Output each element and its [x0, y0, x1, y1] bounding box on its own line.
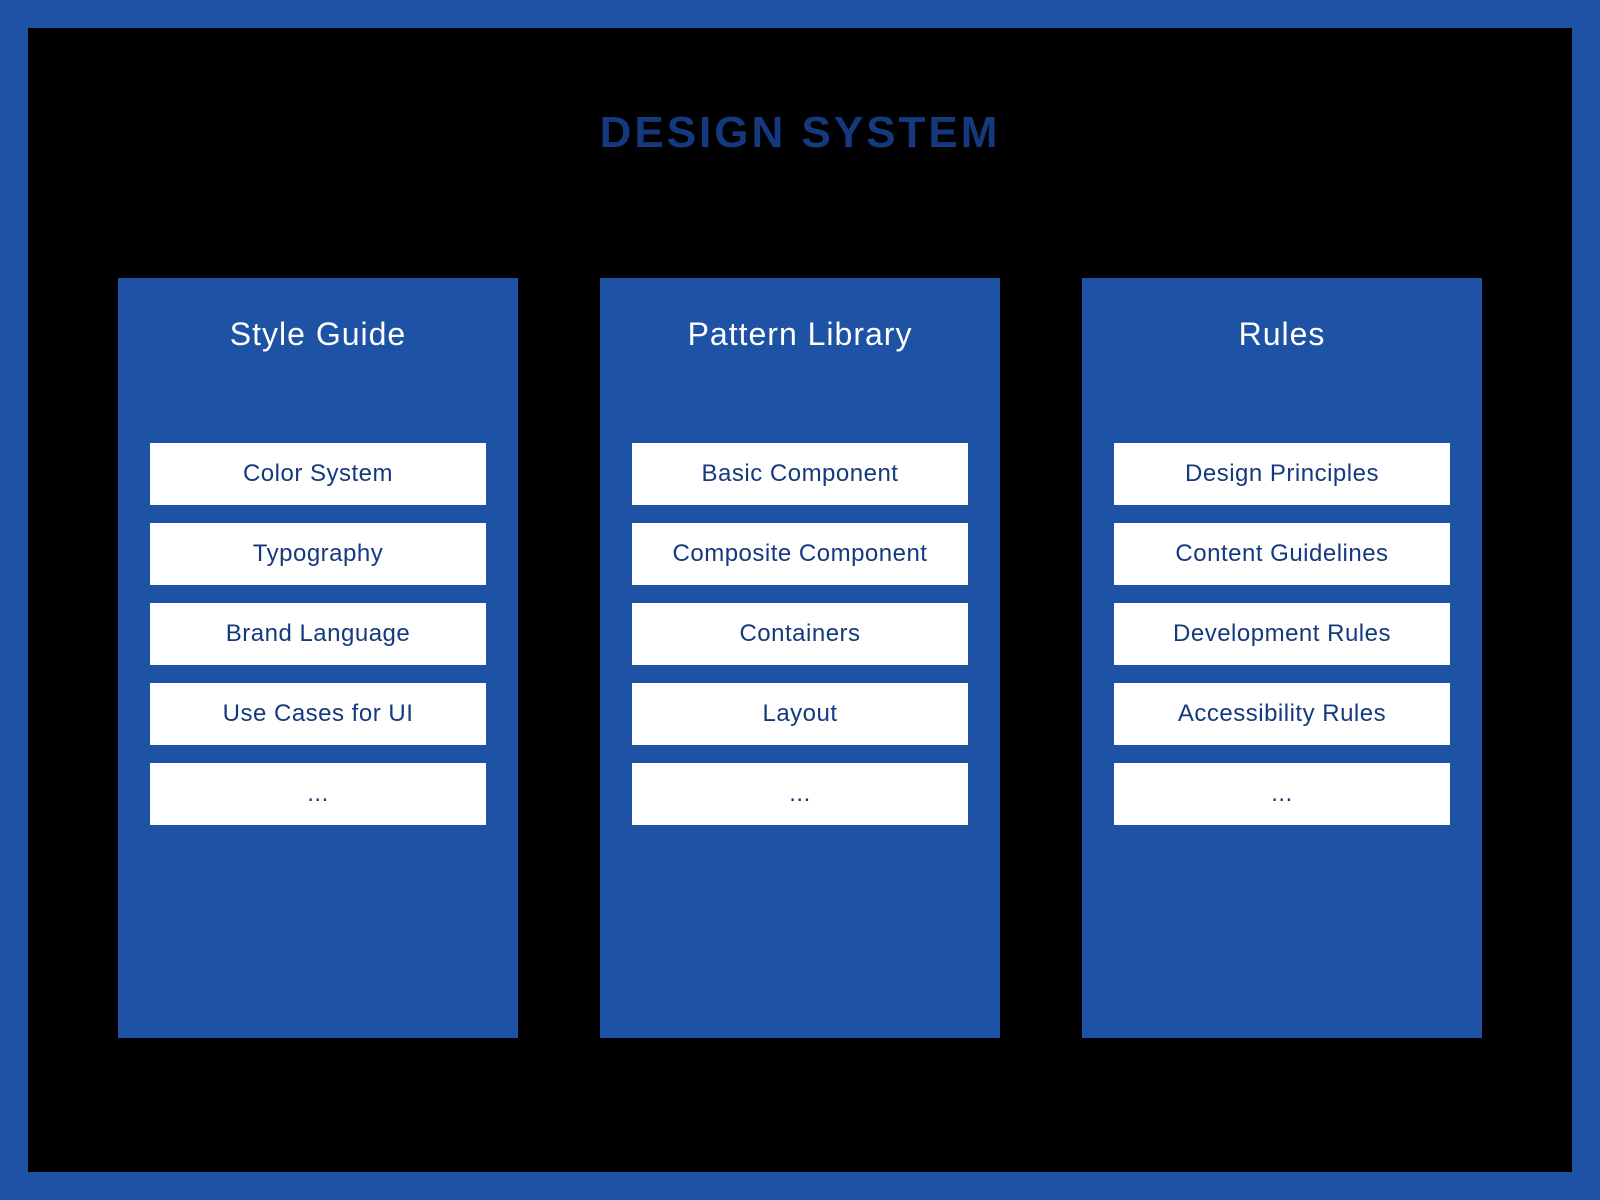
list-item: Containers [632, 603, 968, 665]
outer-frame: DESIGN SYSTEM Style Guide Color System T… [0, 0, 1600, 1200]
diagram-panel: DESIGN SYSTEM Style Guide Color System T… [28, 28, 1572, 1172]
list-item: Design Principles [1114, 443, 1450, 505]
diagram-title: DESIGN SYSTEM [118, 108, 1482, 158]
column-title: Pattern Library [632, 316, 968, 353]
column-title: Style Guide [150, 316, 486, 353]
list-item: Basic Component [632, 443, 968, 505]
list-item: ... [632, 763, 968, 825]
list-item: Composite Component [632, 523, 968, 585]
list-item: Brand Language [150, 603, 486, 665]
list-item: Development Rules [1114, 603, 1450, 665]
columns-row: Style Guide Color System Typography Bran… [118, 278, 1482, 1082]
list-item: ... [150, 763, 486, 825]
column-style-guide: Style Guide Color System Typography Bran… [118, 278, 518, 1038]
column-rules: Rules Design Principles Content Guidelin… [1082, 278, 1482, 1038]
list-item: Typography [150, 523, 486, 585]
column-items: Color System Typography Brand Language U… [150, 443, 486, 825]
column-items: Design Principles Content Guidelines Dev… [1114, 443, 1450, 825]
column-title: Rules [1114, 316, 1450, 353]
list-item: Color System [150, 443, 486, 505]
list-item: ... [1114, 763, 1450, 825]
column-pattern-library: Pattern Library Basic Component Composit… [600, 278, 1000, 1038]
list-item: Content Guidelines [1114, 523, 1450, 585]
list-item: Accessibility Rules [1114, 683, 1450, 745]
column-items: Basic Component Composite Component Cont… [632, 443, 968, 825]
list-item: Use Cases for UI [150, 683, 486, 745]
list-item: Layout [632, 683, 968, 745]
